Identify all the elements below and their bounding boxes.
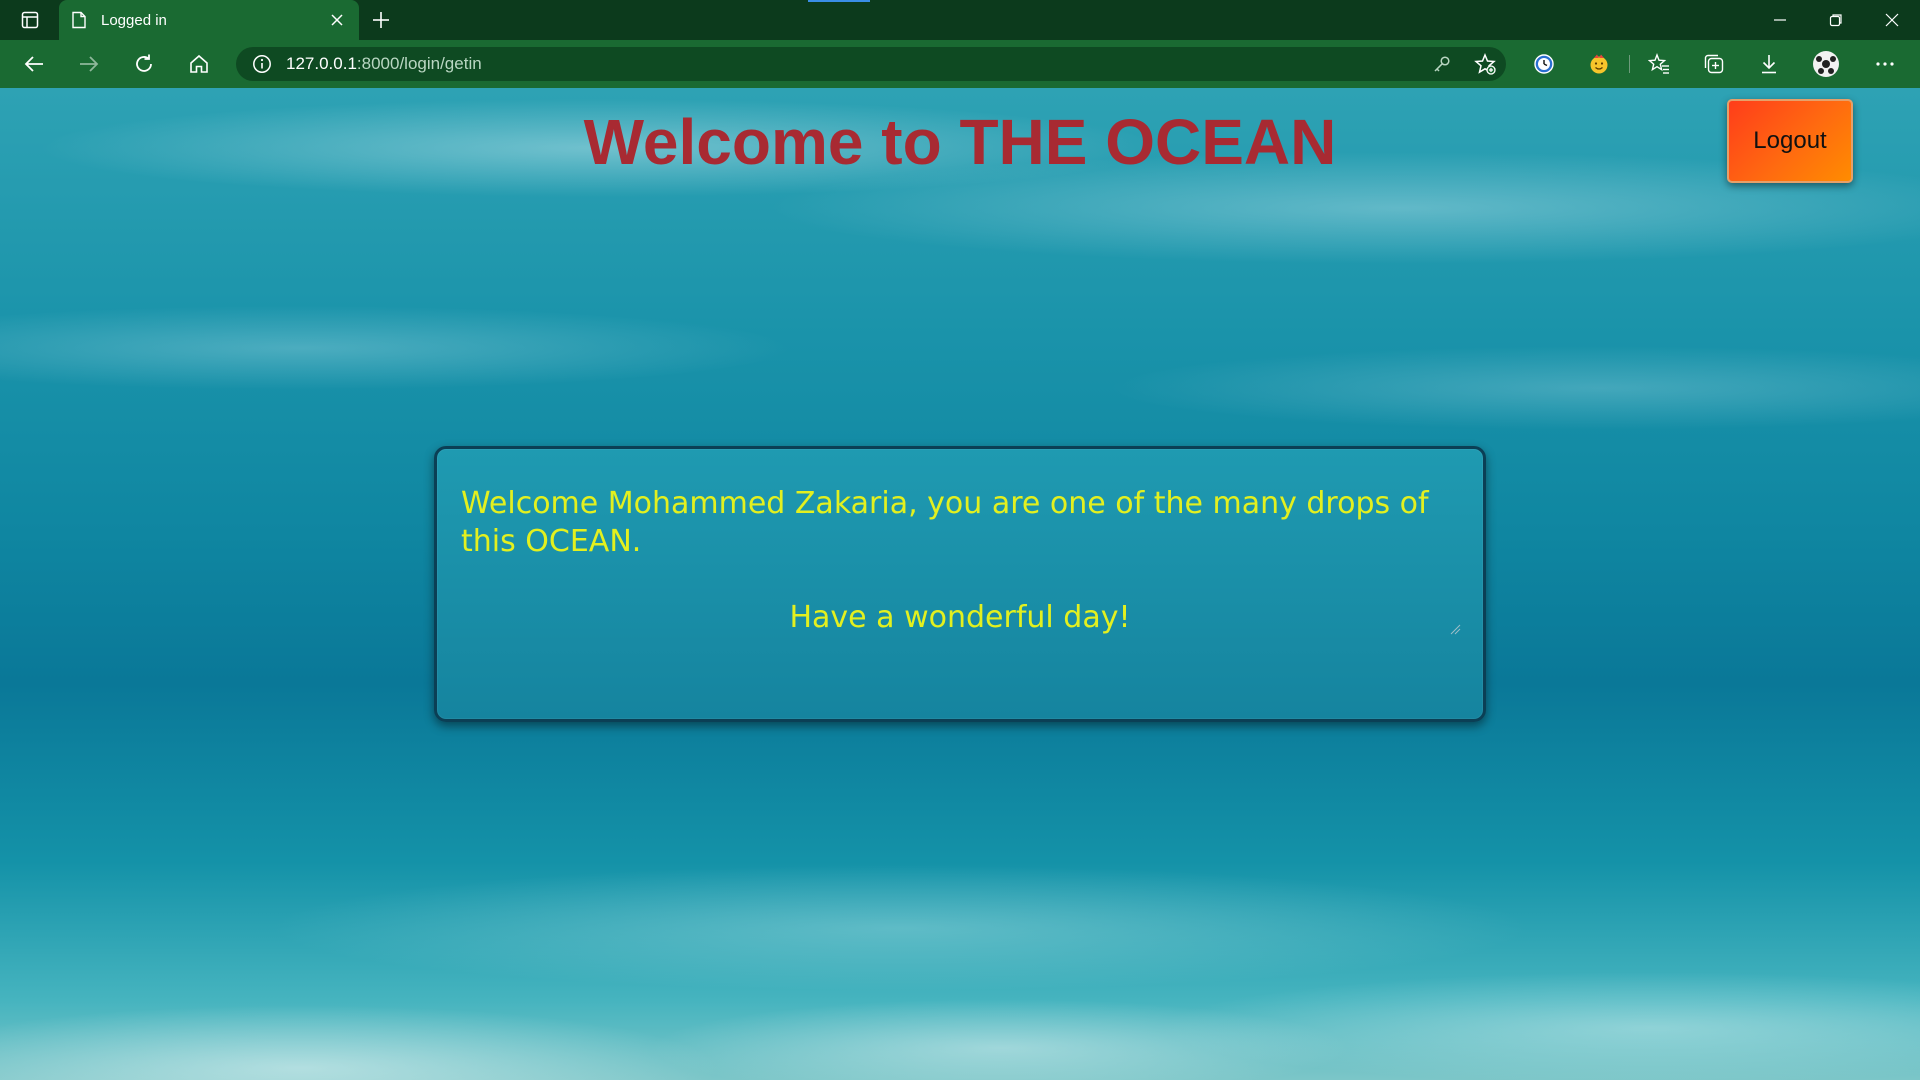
- resize-grip-icon[interactable]: [1449, 623, 1461, 635]
- url-path: :8000/login/getin: [356, 54, 482, 73]
- tab-actions-button[interactable]: [10, 6, 50, 34]
- clock-icon: [1534, 54, 1554, 74]
- downloads-button[interactable]: [1753, 48, 1785, 80]
- toolbar-separator: [1629, 55, 1630, 73]
- browser-toolbar: 127.0.0.1:8000/login/getin: [0, 40, 1920, 88]
- restore-icon: [1829, 14, 1842, 27]
- minimize-button[interactable]: [1752, 0, 1808, 40]
- favorites-icon: [1648, 53, 1669, 74]
- home-button[interactable]: [183, 48, 215, 80]
- key-icon[interactable]: [1432, 54, 1452, 74]
- url-host: 127.0.0.1: [286, 54, 357, 73]
- page-icon: [72, 11, 86, 29]
- profile-button[interactable]: [1810, 48, 1842, 80]
- window-controls: [1752, 0, 1920, 40]
- close-icon: [331, 14, 343, 26]
- minimize-icon: [1774, 19, 1786, 21]
- home-icon: [190, 54, 208, 73]
- address-bar[interactable]: 127.0.0.1:8000/login/getin: [236, 47, 1506, 81]
- tab-close-button[interactable]: [327, 10, 347, 30]
- download-icon: [1762, 55, 1776, 74]
- window-close-button[interactable]: [1864, 0, 1920, 40]
- extension-emoji-button[interactable]: [1583, 48, 1615, 80]
- page-title: Welcome to THE OCEAN: [583, 106, 1337, 178]
- logout-button[interactable]: Logout: [1727, 99, 1853, 183]
- collections-icon: [1704, 54, 1724, 74]
- collections-button[interactable]: [1698, 48, 1730, 80]
- info-icon[interactable]: [252, 54, 272, 74]
- arrow-left-icon: [24, 56, 43, 72]
- welcome-message: Welcome Mohammed Zakaria, you are one of…: [461, 486, 1429, 559]
- refresh-icon: [136, 54, 152, 72]
- new-tab-button[interactable]: [366, 6, 396, 34]
- welcome-message-box[interactable]: Welcome Mohammed Zakaria, you are one of…: [434, 446, 1486, 722]
- tab-loading-indicator: [808, 0, 870, 2]
- page-viewport: Welcome to THE OCEAN Logout Welcome Moha…: [0, 88, 1920, 1080]
- emoji-icon: [1590, 54, 1608, 74]
- more-button[interactable]: [1869, 48, 1901, 80]
- close-icon: [1885, 13, 1899, 27]
- arrow-right-icon: [80, 56, 99, 72]
- tab-actions-icon: [21, 11, 39, 29]
- add-favorite-icon[interactable]: [1474, 53, 1496, 75]
- back-button[interactable]: [18, 48, 50, 80]
- avatar-icon: [1813, 51, 1839, 77]
- tab-logged-in[interactable]: Logged in: [59, 0, 359, 40]
- plus-icon: [373, 12, 389, 28]
- restore-button[interactable]: [1808, 0, 1864, 40]
- favorites-button[interactable]: [1643, 48, 1675, 80]
- greeting-message: Have a wonderful day!: [789, 600, 1131, 635]
- browser-tabstrip: Logged in: [0, 0, 1920, 40]
- extension-clock-button[interactable]: [1528, 48, 1560, 80]
- refresh-button[interactable]: [128, 48, 160, 80]
- forward-button[interactable]: [73, 48, 105, 80]
- tab-title: Logged in: [101, 11, 167, 29]
- url-text[interactable]: 127.0.0.1:8000/login/getin: [286, 54, 482, 74]
- more-dots-icon: [1876, 62, 1894, 66]
